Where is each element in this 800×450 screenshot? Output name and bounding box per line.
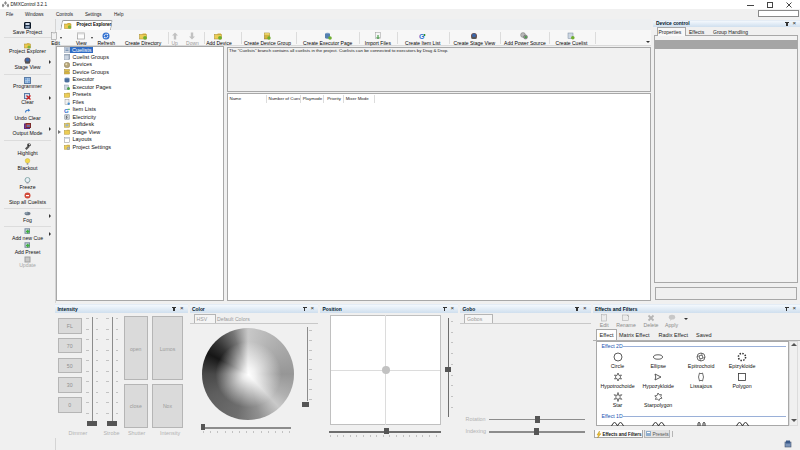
- svg-text:G: G: [64, 107, 69, 113]
